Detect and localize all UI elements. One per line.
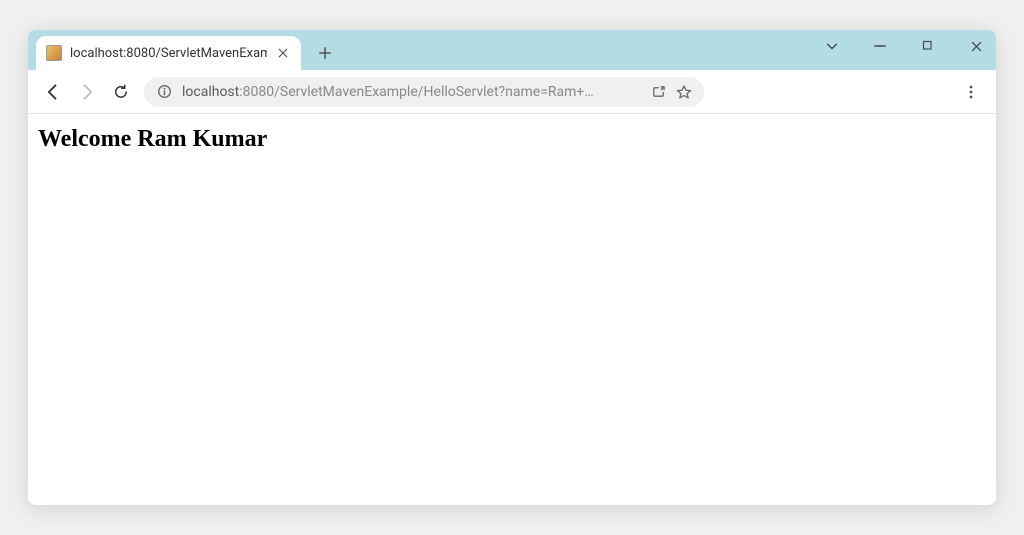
browser-window: localhost:8080/ServletMavenExam: [28, 30, 996, 505]
bookmark-icon[interactable]: [676, 84, 692, 100]
page-heading: Welcome Ram Kumar: [38, 126, 986, 153]
browser-tab[interactable]: localhost:8080/ServletMavenExam: [36, 36, 301, 70]
window-controls: [822, 36, 986, 56]
tab-title: localhost:8080/ServletMavenExam: [70, 46, 267, 61]
share-icon[interactable]: [650, 84, 666, 100]
tab-search-button[interactable]: [822, 36, 842, 56]
browser-toolbar: localhost:8080/ServletMavenExample/Hello…: [28, 70, 996, 114]
maximize-button[interactable]: [918, 36, 938, 56]
url-host: localhost: [182, 84, 239, 100]
page-content: Welcome Ram Kumar: [28, 114, 996, 505]
minimize-button[interactable]: [870, 36, 890, 56]
site-info-icon[interactable]: [156, 84, 172, 100]
address-url: localhost:8080/ServletMavenExample/Hello…: [182, 84, 640, 100]
address-bar[interactable]: localhost:8080/ServletMavenExample/Hello…: [144, 77, 704, 107]
reload-button[interactable]: [110, 81, 132, 103]
back-button[interactable]: [42, 81, 64, 103]
toolbar-right: [960, 81, 982, 103]
favicon-icon: [46, 45, 62, 61]
window-close-button[interactable]: [966, 36, 986, 56]
titlebar: localhost:8080/ServletMavenExam: [28, 30, 996, 70]
menu-button[interactable]: [960, 81, 982, 103]
url-path: :8080/ServletMavenExample/HelloServlet?n…: [239, 84, 593, 100]
forward-button[interactable]: [76, 81, 98, 103]
close-tab-button[interactable]: [275, 45, 291, 61]
new-tab-button[interactable]: [311, 39, 339, 67]
